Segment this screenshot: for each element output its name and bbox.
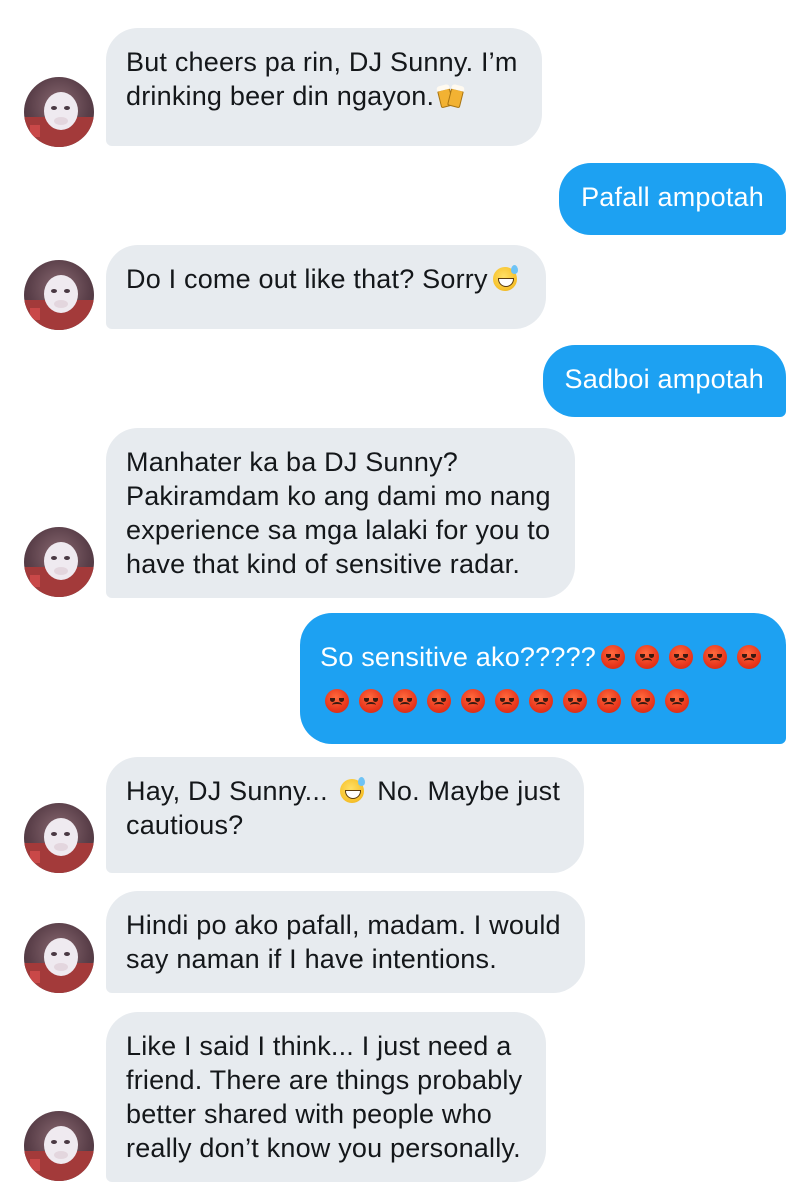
avatar-image [24, 938, 94, 993]
message-bubble-received[interactable]: Hindi po ako pafall, madam. I would say … [106, 891, 585, 993]
angry-face-icon [601, 645, 625, 669]
message-text: Pafall ampotah [581, 182, 764, 212]
message-text: So sensitive ako????? [320, 642, 596, 672]
message-bubble-sent[interactable]: Pafall ampotah [559, 163, 786, 235]
message-text: really don’t know you personally. [126, 1133, 521, 1163]
avatar-image [24, 92, 94, 147]
message-text: cautious? [126, 810, 244, 840]
message-text: Pakiramdam ko ang dami mo nang [126, 481, 551, 511]
angry-face-icon [325, 689, 350, 713]
avatar[interactable] [24, 77, 94, 147]
avatar-image [24, 1126, 94, 1181]
message-bubble-sent[interactable]: So sensitive ako????? [300, 613, 786, 744]
grinning-sweat-face-icon [340, 777, 366, 803]
angry-face-icon [703, 645, 727, 669]
angry-face-icon [495, 689, 520, 713]
avatar-image [24, 542, 94, 597]
avatar[interactable] [24, 1111, 94, 1181]
angry-face-icon [597, 689, 622, 713]
message-bubble-received[interactable]: But cheers pa rin, DJ Sunny. I’m drinkin… [106, 28, 542, 146]
angry-face-icon [631, 689, 656, 713]
message-text: drinking beer din ngayon. [126, 81, 435, 111]
message-text: experience sa mga lalaki for you to [126, 515, 551, 545]
message-text: Hay, DJ Sunny... [126, 776, 328, 806]
avatar-image [24, 275, 94, 330]
angry-face-icon [393, 689, 418, 713]
message-bubble-received[interactable]: Hay, DJ Sunny... No. Maybe just cautious… [106, 757, 585, 873]
angry-face-icon [563, 689, 588, 713]
message-bubble-received[interactable]: Manhater ka ba DJ Sunny? Pakiramdam ko a… [106, 428, 575, 598]
message-bubble-sent[interactable]: Sadboi ampotah [542, 345, 786, 417]
avatar[interactable] [24, 260, 94, 330]
message-text: Like I said I think... I just need a [126, 1031, 512, 1061]
message-text: But cheers pa rin, DJ Sunny. I’m [126, 47, 518, 77]
angry-face-icon [665, 689, 690, 713]
message-bubble-received[interactable]: Do I come out like that? Sorry [106, 245, 546, 329]
angry-face-icon [359, 689, 384, 713]
message-bubble-received[interactable]: Like I said I think... I just need a fri… [106, 1012, 547, 1182]
message-text: say naman if I have intentions. [126, 944, 497, 974]
message-text: No. Maybe just [377, 776, 561, 806]
angry-face-icon [461, 689, 486, 713]
avatar[interactable] [24, 923, 94, 993]
beer-mugs-icon [437, 86, 465, 109]
message-text: have that kind of sensitive radar. [126, 549, 521, 579]
angry-face-icon [529, 689, 554, 713]
grinning-sweat-face-icon [492, 265, 518, 291]
message-text: friend. There are things probably [126, 1065, 523, 1095]
avatar[interactable] [24, 527, 94, 597]
message-text: Hindi po ako pafall, madam. I would [126, 910, 561, 940]
message-text: Manhater ka ba DJ Sunny? [126, 447, 458, 477]
message-text: Do I come out like that? Sorry [126, 264, 488, 294]
angry-face-icon [737, 645, 761, 669]
avatar-image [24, 818, 94, 873]
angry-face-icon [635, 645, 659, 669]
angry-face-icon [427, 689, 452, 713]
angry-face-icon [669, 645, 693, 669]
message-text: Sadboi ampotah [564, 364, 764, 394]
avatar[interactable] [24, 803, 94, 873]
message-text: better shared with people who [126, 1099, 493, 1129]
